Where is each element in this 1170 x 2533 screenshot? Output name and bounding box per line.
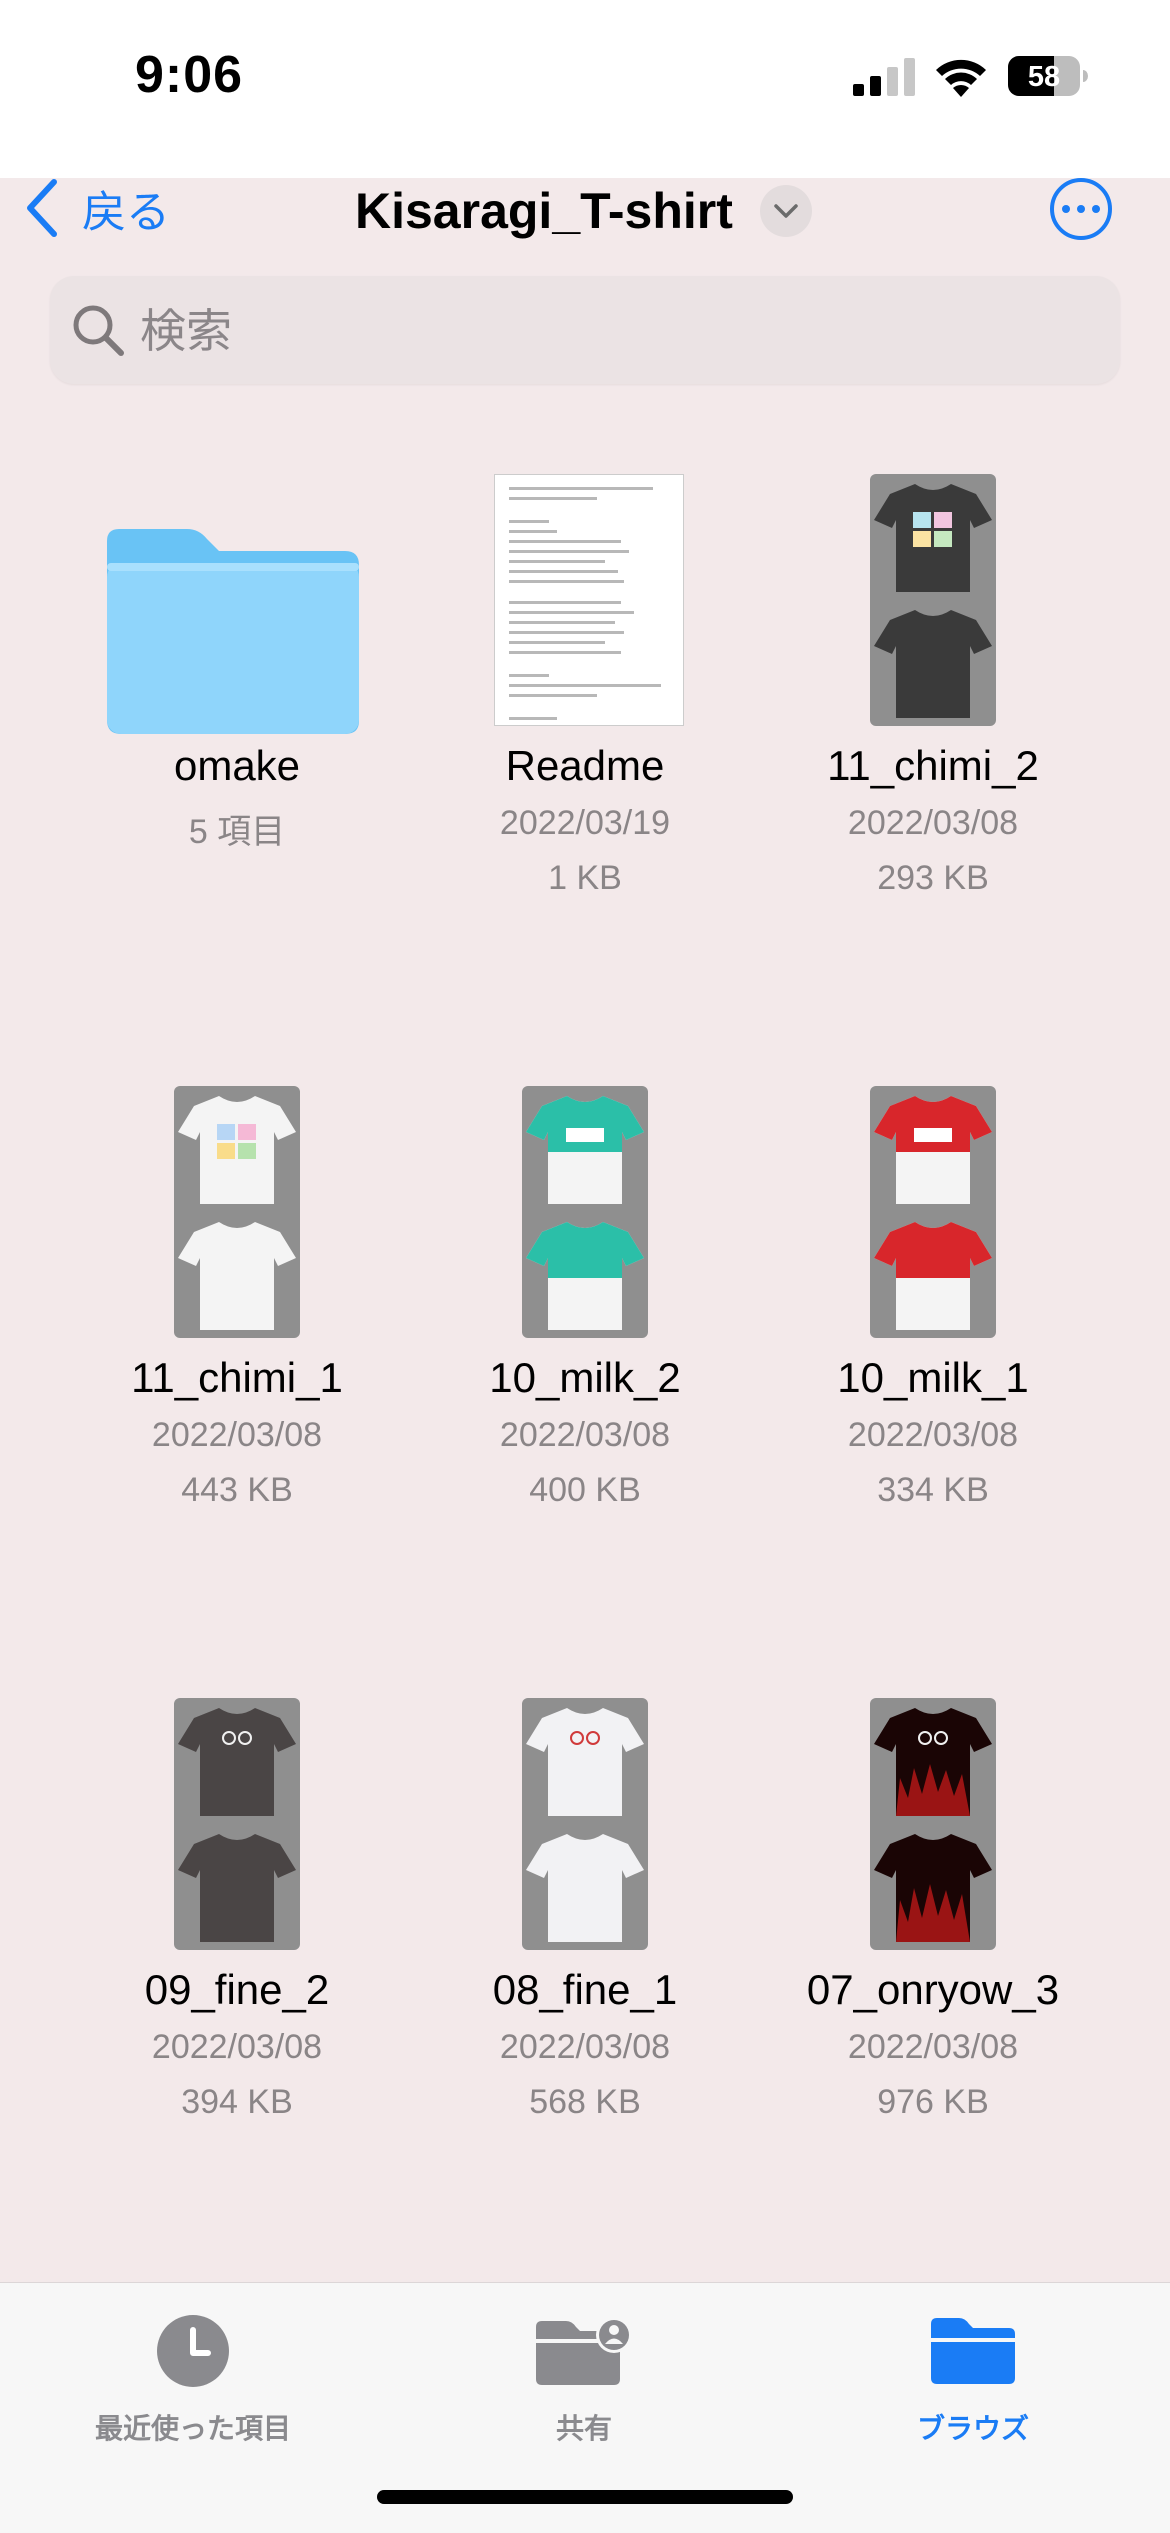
shared-folder-icon [536,2317,632,2385]
tab-label: ブラウズ [916,2412,1029,2445]
file-size: 443 KB [181,1471,293,1509]
thumbnail [763,1698,1103,1954]
home-indicator[interactable] [377,2490,793,2504]
file-item-07-onryow-3[interactable]: 07_onryow_3 2022/03/08 976 KB [763,1698,1103,2121]
thumbnail [763,474,1103,730]
file-date: 2022/03/08 [499,1416,671,1454]
battery-icon: 58 [1008,56,1088,96]
file-item-11-chimi-2[interactable]: 11_chimi_2 2022/03/08 293 KB [763,474,1103,897]
tab-label: 最近使った項目 [94,2412,291,2445]
image-preview [522,1086,648,1338]
tshirt-back-image [178,1222,296,1330]
image-preview [174,1698,300,1950]
tab-shared[interactable]: 共有 [434,2313,734,2447]
search-bar[interactable] [50,276,1120,384]
file-name: 09_fine_2 [144,1966,330,2013]
file-name: 10_milk_1 [837,1354,1029,1401]
thumbnail [67,1698,407,1954]
tshirt-front-image [874,1708,992,1816]
back-label: 戻る [82,188,170,237]
chevron-down-icon [774,204,798,218]
file-name: Readme [505,742,665,789]
file-item-11-chimi-1[interactable]: 11_chimi_1 2022/03/08 443 KB [67,1086,407,1509]
file-name: 10_milk_2 [489,1354,681,1401]
file-size: 334 KB [877,1471,989,1509]
file-size: 293 KB [877,859,989,897]
file-date: 2022/03/08 [151,1416,323,1454]
tab-recents[interactable]: 最近使った項目 [43,2313,343,2447]
wifi-icon [936,59,986,97]
file-date: 2022/03/19 [499,804,671,842]
tshirt-front-image [526,1096,644,1204]
image-preview [870,474,996,726]
tshirt-back-image [526,1834,644,1942]
folder-icon [107,529,359,734]
battery-level: 58 [1028,61,1060,93]
image-preview [870,1086,996,1338]
file-date: 2022/03/08 [847,1416,1019,1454]
thumbnail [415,1698,755,1954]
tshirt-back-image [526,1222,644,1330]
file-item-omake[interactable]: omake 5 項目 [67,474,407,851]
file-item-09-fine-2[interactable]: 09_fine_2 2022/03/08 394 KB [67,1698,407,2121]
tshirt-front-image [178,1096,296,1204]
tab-label: 共有 [555,2412,612,2445]
file-size: 976 KB [877,2083,989,2121]
document-preview [494,474,684,726]
tshirt-back-image [874,1834,992,1942]
folder-icon [931,2318,1015,2384]
tshirt-front-image [526,1708,644,1816]
cellular-signal-icon [853,58,915,96]
back-button[interactable]: 戻る [24,178,170,238]
page-title[interactable]: Kisaragi_T-shirt [355,182,733,240]
ellipsis-dot [1092,205,1100,213]
file-size: 568 KB [529,2083,641,2121]
file-date: 2022/03/08 [847,2028,1019,2066]
file-item-10-milk-1[interactable]: 10_milk_1 2022/03/08 334 KB [763,1086,1103,1509]
file-date: 2022/03/08 [847,804,1019,842]
clock-icon [157,2315,229,2387]
tshirt-front-image [178,1708,296,1816]
file-size: 1 KB [548,859,622,897]
tshirt-front-image [874,484,992,592]
file-date: 2022/03/08 [151,2028,323,2066]
file-name: 08_fine_1 [492,1966,678,2013]
file-item-count: 5 項目 [188,813,286,851]
file-date: 2022/03/08 [499,2028,671,2066]
search-icon [73,305,124,356]
tshirt-front-image [874,1096,992,1204]
tshirt-back-image [874,1222,992,1330]
file-item-readme[interactable]: Readme 2022/03/19 1 KB [415,474,755,897]
status-time: 9:06 [135,46,244,104]
navigation-bar: 戻る Kisaragi_T-shirt [0,178,1170,270]
file-name: 07_onryow_3 [806,1966,1060,2013]
thumbnail [415,1086,755,1342]
status-bar: 9:06 58 [0,0,1170,178]
image-preview [174,1086,300,1338]
file-name: omake [173,742,301,789]
thumbnail [67,474,407,734]
file-name: 11_chimi_1 [131,1354,343,1401]
title-menu-button[interactable] [760,185,812,237]
tshirt-back-image [178,1834,296,1942]
file-name: 11_chimi_2 [827,742,1039,789]
thumbnail [763,1086,1103,1342]
chevron-left-icon [27,179,57,237]
file-item-08-fine-1[interactable]: 08_fine_1 2022/03/08 568 KB [415,1698,755,2121]
ellipsis-dot [1062,205,1070,213]
image-preview [870,1698,996,1950]
more-options-button[interactable] [1050,178,1112,240]
tab-browse[interactable]: ブラウズ [823,2313,1123,2447]
file-item-10-milk-2[interactable]: 10_milk_2 2022/03/08 400 KB [415,1086,755,1509]
file-size: 394 KB [181,2083,293,2121]
image-preview [522,1698,648,1950]
ellipsis-dot [1077,205,1085,213]
search-input[interactable] [138,296,1082,366]
thumbnail [67,1086,407,1342]
tshirt-back-image [874,610,992,718]
thumbnail [415,474,755,730]
file-size: 400 KB [529,1471,641,1509]
